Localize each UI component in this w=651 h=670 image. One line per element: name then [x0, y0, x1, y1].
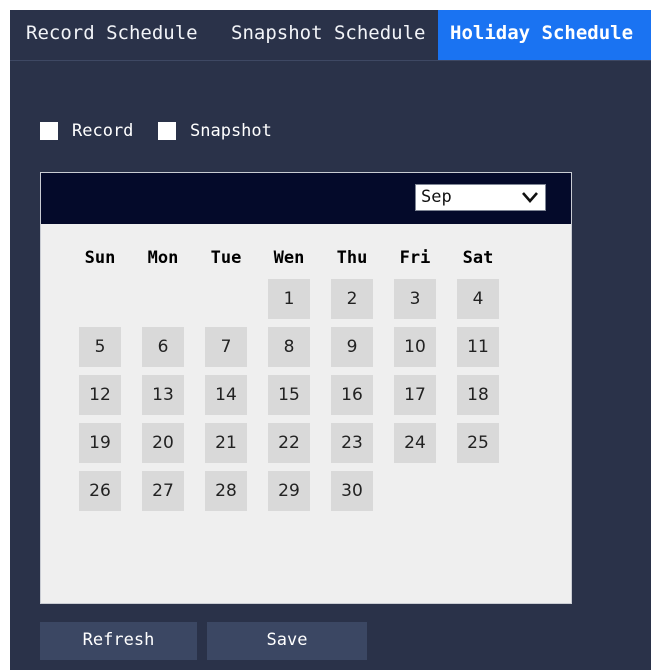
calendar-header: Sep — [41, 173, 571, 224]
weekday-label: Sat — [462, 248, 494, 268]
calendar-day[interactable]: 15 — [268, 375, 310, 415]
month-select-value: Sep — [421, 187, 452, 207]
tab-holiday-schedule[interactable]: Holiday Schedule — [438, 10, 651, 60]
calendar-day[interactable]: 21 — [205, 423, 247, 463]
calendar-day[interactable]: 19 — [79, 423, 121, 463]
weekday-label: Sun — [84, 248, 116, 268]
calendar-day[interactable]: 11 — [457, 327, 499, 367]
calendar-day[interactable]: 10 — [394, 327, 436, 367]
save-button[interactable]: Save — [207, 622, 367, 660]
calendar-day[interactable]: 13 — [142, 375, 184, 415]
tab-record-schedule[interactable]: Record Schedule — [26, 10, 198, 60]
calendar-day[interactable]: 24 — [394, 423, 436, 463]
calendar-day[interactable]: 14 — [205, 375, 247, 415]
calendar-day[interactable]: 8 — [268, 327, 310, 367]
calendar-day[interactable]: 3 — [394, 279, 436, 319]
calendar-day[interactable]: 18 — [457, 375, 499, 415]
calendar-day[interactable]: 9 — [331, 327, 373, 367]
record-checkbox[interactable] — [40, 122, 58, 140]
calendar-day[interactable]: 28 — [205, 471, 247, 511]
calendar-day[interactable]: 17 — [394, 375, 436, 415]
snapshot-checkbox-label: Snapshot — [190, 121, 272, 141]
calendar-day[interactable]: 2 — [331, 279, 373, 319]
holiday-schedule-panel: Record Schedule Snapshot Schedule Holida… — [10, 10, 651, 670]
calendar-day[interactable]: 27 — [142, 471, 184, 511]
calendar-day[interactable]: 16 — [331, 375, 373, 415]
calendar-day[interactable]: 26 — [79, 471, 121, 511]
weekday-label: Wen — [273, 248, 305, 268]
calendar-day[interactable]: 12 — [79, 375, 121, 415]
tab-snapshot-schedule[interactable]: Snapshot Schedule — [231, 10, 425, 60]
calendar-day[interactable]: 23 — [331, 423, 373, 463]
calendar-day[interactable]: 25 — [457, 423, 499, 463]
weekday-label: Mon — [147, 248, 179, 268]
calendar-day[interactable]: 1 — [268, 279, 310, 319]
schedule-tab-bar: Record Schedule Snapshot Schedule Holida… — [10, 10, 651, 61]
snapshot-checkbox-row[interactable]: Snapshot — [158, 119, 272, 143]
calendar-day[interactable]: 4 — [457, 279, 499, 319]
calendar-day[interactable]: 5 — [79, 327, 121, 367]
calendar-day[interactable]: 6 — [142, 327, 184, 367]
snapshot-checkbox[interactable] — [158, 122, 176, 140]
weekday-label: Thu — [336, 248, 368, 268]
calendar-day[interactable]: 7 — [205, 327, 247, 367]
calendar-day[interactable]: 30 — [331, 471, 373, 511]
weekday-label: Fri — [399, 248, 431, 268]
calendar-day[interactable]: 29 — [268, 471, 310, 511]
calendar-day[interactable]: 22 — [268, 423, 310, 463]
month-select[interactable]: Sep — [415, 184, 546, 211]
refresh-button[interactable]: Refresh — [40, 622, 197, 660]
calendar-day[interactable]: 20 — [142, 423, 184, 463]
record-checkbox-label: Record — [72, 121, 134, 141]
chevron-down-icon — [522, 192, 538, 203]
calendar: Sep Sun Mon Tue Wen Thu Fri Sat 1 2 3 4 5 6 7 8 9 10 11 1… — [40, 172, 572, 604]
weekday-label: Tue — [210, 248, 242, 268]
record-checkbox-row[interactable]: Record — [40, 119, 133, 143]
